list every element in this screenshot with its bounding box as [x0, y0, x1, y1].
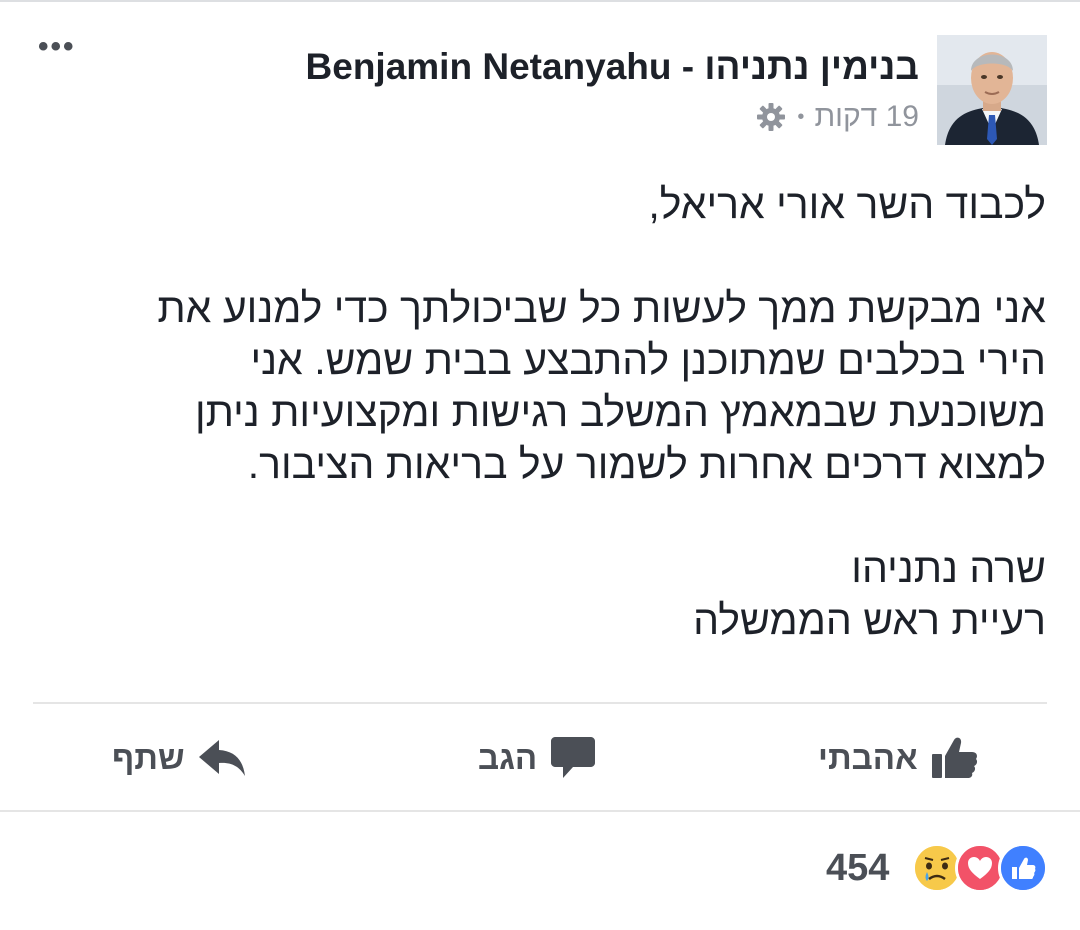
share-arrow-icon — [198, 740, 245, 776]
text-line: הירי בכלבים שמתוכנן להתבצע בבית שמש. אני — [250, 337, 1046, 383]
text-line: לכבוד השר אורי אריאל, — [648, 181, 1046, 227]
like-label: אהבתי — [818, 739, 918, 776]
divider — [0, 810, 1080, 812]
text-line: למצוא דרכים אחרות לשמור על בריאות הציבור… — [247, 441, 1046, 487]
top-border — [0, 0, 1080, 2]
comment-button[interactable]: הגב — [478, 730, 596, 786]
share-button[interactable]: שתף — [112, 730, 245, 786]
reactions-summary[interactable] — [912, 843, 1048, 893]
like-button[interactable]: אהבתי — [818, 730, 978, 786]
audience-gear-icon[interactable] — [755, 101, 787, 133]
author-avatar[interactable] — [937, 35, 1047, 145]
separator-dot: • — [797, 105, 805, 128]
reaction-count[interactable]: 454 — [826, 847, 889, 890]
comment-label: הגב — [478, 739, 538, 776]
text-line: שרה נתניהו — [851, 545, 1046, 591]
like-reaction-icon — [998, 843, 1048, 893]
post-time[interactable]: 19 דקות — [814, 100, 919, 134]
thumbs-up-icon — [931, 736, 978, 780]
text-line: משוכנעת שבמאמץ המשלב רגישות ומקצועיות ני… — [194, 389, 1046, 435]
post-text: לכבוד השר אורי אריאל, אני מבקשת ממך לעשו… — [86, 178, 1046, 646]
author-name[interactable]: בנימין נתניהו - Benjamin Netanyahu — [306, 46, 919, 88]
more-options-icon[interactable]: ••• — [38, 32, 78, 62]
post-meta: 19 דקות • — [755, 100, 919, 134]
comment-bubble-icon — [551, 737, 596, 779]
share-label: שתף — [112, 739, 185, 776]
divider — [33, 702, 1047, 704]
text-line: אני מבקשת ממך לעשות כל שביכולתך כדי למנו… — [157, 285, 1046, 331]
text-line: רעיית ראש הממשלה — [693, 597, 1046, 643]
